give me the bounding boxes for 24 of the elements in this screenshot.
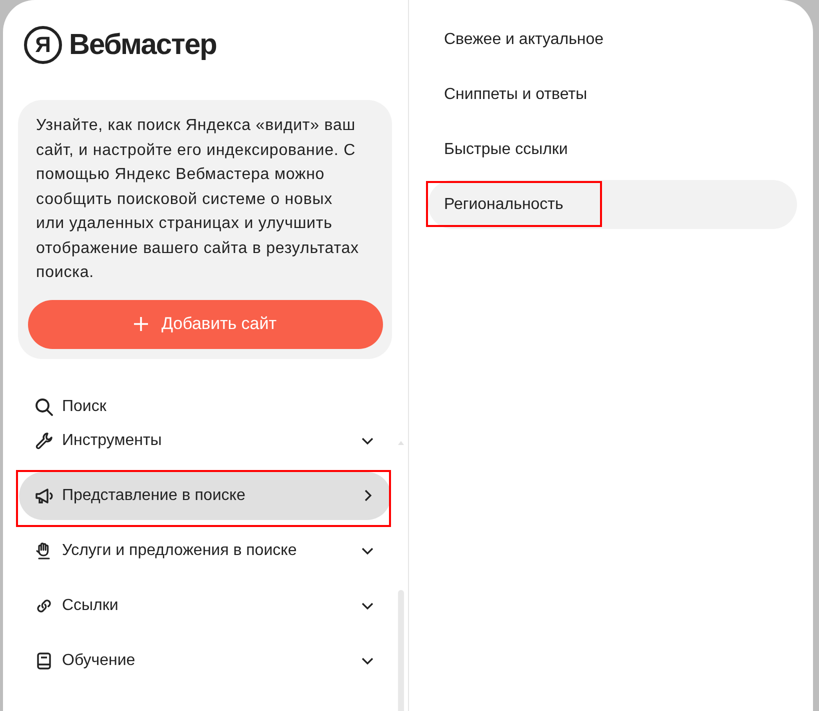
nav-item[interactable]: Представление в поиске xyxy=(19,472,391,520)
logo-mark: Я xyxy=(24,26,62,64)
submenu-item[interactable]: Свежее и актуальное xyxy=(428,15,797,64)
wrench-icon xyxy=(35,432,53,450)
nav-item[interactable]: Ссылки xyxy=(19,582,391,630)
chevron-down-icon xyxy=(361,436,374,444)
submenu-item[interactable]: Быстрые ссылки xyxy=(428,125,797,174)
plus-icon xyxy=(134,317,148,331)
submenu-item[interactable]: Сниппеты и ответы xyxy=(428,70,797,119)
book-icon xyxy=(35,652,53,670)
megaphone-icon xyxy=(35,486,53,504)
brand-name: Вебмастер xyxy=(69,28,216,63)
chevron-down-icon xyxy=(361,602,374,610)
search-icon xyxy=(35,398,53,416)
promo-text: Узнайте, как поиск Яндекса «видит» ваш сайт, и настройте его индексирование. С помощью Яндекс Вебмастера можно сообщить поисковой системе о новых или удаленных страницах и улучшить отображение вашего сайта в результатах поиска. xyxy=(36,116,360,283)
nav-item[interactable]: Обучение xyxy=(19,636,391,684)
submenu-item[interactable]: Региональность xyxy=(428,180,797,229)
nav-item[interactable]: Инструменты xyxy=(19,416,391,464)
link-icon xyxy=(35,596,53,614)
chevron-right-icon xyxy=(364,489,372,502)
chevron-down-icon xyxy=(361,656,374,664)
search-menu-item[interactable]: Поиск xyxy=(35,396,106,416)
nav-item[interactable]: Услуги и предложения в поиске xyxy=(19,526,391,574)
chevron-down-icon xyxy=(361,546,374,554)
